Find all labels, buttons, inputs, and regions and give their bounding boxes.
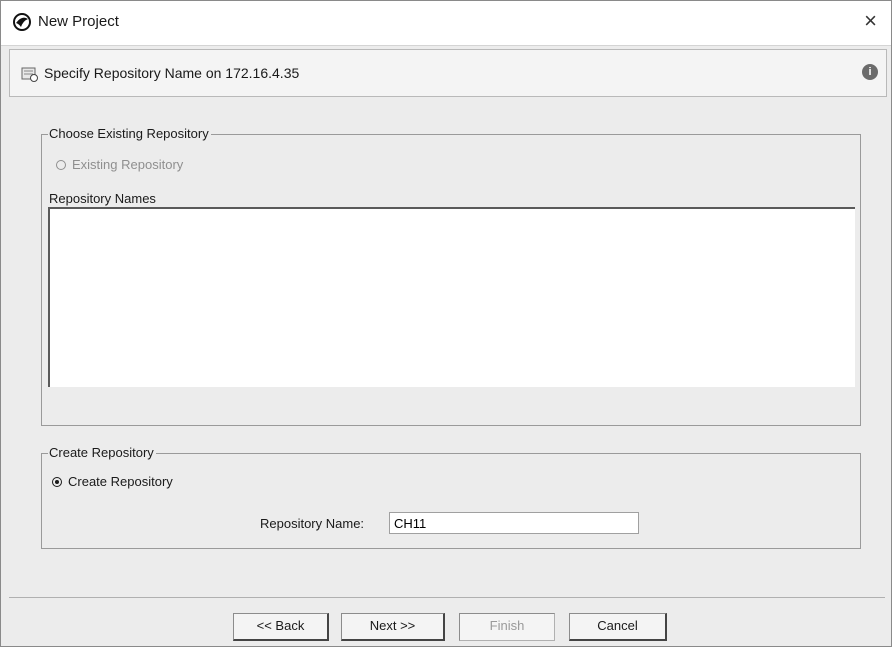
repository-name-label: Repository Name: [260, 516, 365, 531]
repository-names-list[interactable] [48, 207, 855, 387]
close-icon[interactable]: × [864, 9, 877, 33]
repository-icon [21, 67, 38, 82]
existing-group-label: Choose Existing Repository [48, 126, 211, 141]
create-radio-label: Create Repository [68, 474, 173, 489]
create-group-label: Create Repository [48, 445, 156, 460]
next-button[interactable]: Next >> [341, 613, 445, 641]
wizard-header: Specify Repository Name on 172.16.4.35 i [9, 49, 887, 97]
footer-divider [9, 597, 885, 598]
radio-unchecked-icon [56, 160, 66, 170]
finish-button[interactable]: Finish [459, 613, 555, 641]
existing-repository-group: Choose Existing Repository Existing Repo… [41, 126, 861, 426]
app-logo-icon [13, 13, 31, 31]
existing-radio-label: Existing Repository [72, 157, 184, 172]
create-repository-radio[interactable]: Create Repository [52, 474, 173, 489]
repository-names-label: Repository Names [49, 191, 156, 206]
repository-name-input[interactable] [389, 512, 639, 534]
create-repository-group: Create Repository Create Repository Repo… [41, 445, 861, 549]
window-title: New Project [38, 13, 119, 30]
cancel-button[interactable]: Cancel [569, 613, 667, 641]
info-icon[interactable]: i [862, 64, 878, 80]
radio-checked-icon [52, 477, 62, 487]
existing-repository-radio[interactable]: Existing Repository [56, 157, 183, 172]
header-title: Specify Repository Name on 172.16.4.35 [44, 65, 300, 81]
title-bar: New Project × [1, 1, 891, 46]
new-project-dialog: New Project × Specify Repository Name on… [0, 0, 892, 647]
back-button[interactable]: << Back [233, 613, 329, 641]
